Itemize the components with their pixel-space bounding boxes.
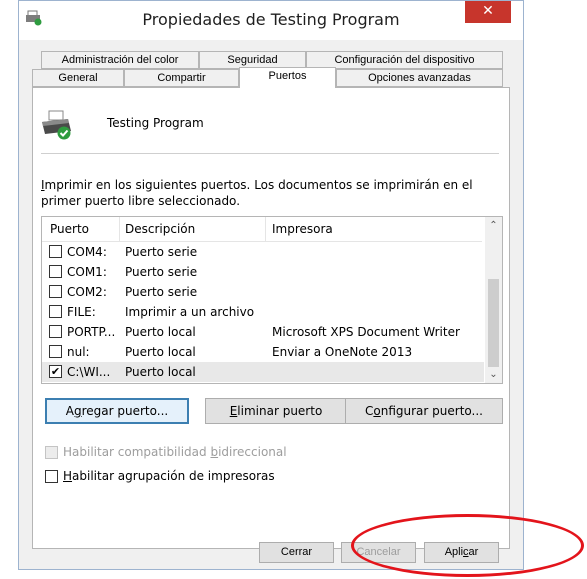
port-checkbox[interactable] bbox=[49, 285, 62, 298]
checkbox-box[interactable] bbox=[45, 446, 58, 459]
port-checkbox[interactable] bbox=[49, 305, 62, 318]
red-highlight-ellipse bbox=[351, 514, 584, 577]
port-name: COM2: bbox=[67, 285, 107, 299]
add-port-access-key: g bbox=[74, 404, 82, 418]
scroll-down-icon[interactable]: ⌄ bbox=[485, 366, 502, 383]
port-printer: Enviar a OneNote 2013 bbox=[272, 345, 413, 359]
port-name: PORTP... bbox=[67, 325, 116, 339]
column-header-impresora[interactable]: Impresora bbox=[272, 222, 333, 236]
port-description: Puerto serie bbox=[125, 265, 198, 279]
window-title: Propiedades de Testing Program bbox=[142, 10, 400, 29]
bidirectional-label-post: idireccional bbox=[218, 445, 287, 459]
tab-administracion-color[interactable]: Administración del color bbox=[41, 51, 199, 69]
port-checkbox[interactable] bbox=[49, 325, 62, 338]
port-name: COM1: bbox=[67, 265, 107, 279]
port-description: Puerto serie bbox=[125, 285, 198, 299]
printer-name: Testing Program bbox=[107, 116, 204, 130]
delete-port-button[interactable]: Eliminar puerto bbox=[205, 398, 347, 424]
configure-port-label-post: nfigurar puerto... bbox=[380, 404, 483, 418]
pooling-access-key: H bbox=[63, 469, 73, 483]
properties-window: Propiedades de Testing Program ✕ Adminis… bbox=[18, 0, 524, 570]
port-row[interactable]: COM2: Puerto serie bbox=[42, 282, 484, 302]
tab-general[interactable]: General bbox=[32, 69, 124, 87]
port-description: Puerto local bbox=[125, 365, 196, 379]
add-port-label-post: regar puerto... bbox=[81, 404, 169, 418]
delete-port-label-post: liminar puerto bbox=[237, 404, 323, 418]
port-row[interactable]: nul: Puerto local Enviar a OneNote 2013 bbox=[42, 342, 484, 362]
port-name: nul: bbox=[67, 345, 90, 359]
printer-pooling-label: Habilitar agrupación de impresoras bbox=[63, 469, 275, 483]
port-row[interactable]: FILE: Imprimir a un archivo bbox=[42, 302, 484, 322]
column-header-puerto[interactable]: Puerto bbox=[50, 222, 89, 236]
port-checkbox[interactable] bbox=[49, 245, 62, 258]
port-printer: Microsoft XPS Document Writer bbox=[272, 325, 460, 339]
port-checkbox-checked[interactable]: ✔ bbox=[49, 365, 62, 378]
scroll-up-icon[interactable]: ⌃ bbox=[485, 217, 502, 234]
close-button[interactable]: ✕ bbox=[465, 1, 511, 23]
port-checkbox[interactable] bbox=[49, 345, 62, 358]
configure-port-access-key: o bbox=[373, 404, 381, 418]
tab-opciones-avanzadas[interactable]: Opciones avanzadas bbox=[336, 69, 503, 87]
ports-list[interactable]: Puerto Descripción Impresora COM4: Puert… bbox=[41, 216, 503, 384]
port-description: Puerto local bbox=[125, 325, 196, 339]
port-description: Puerto local bbox=[125, 345, 196, 359]
printer-icon bbox=[42, 110, 71, 140]
ports-list-scrollbar[interactable]: ⌃ ⌄ bbox=[485, 217, 502, 383]
add-port-button[interactable]: Agregar puerto... bbox=[45, 398, 189, 424]
configure-port-button[interactable]: Configurar puerto... bbox=[345, 398, 503, 424]
bidirectional-label-pre: Habilitar compatibilidad bbox=[63, 445, 211, 459]
ports-list-header: Puerto Descripción Impresora bbox=[42, 217, 482, 242]
scroll-thumb[interactable] bbox=[488, 279, 499, 367]
add-port-label-pre: A bbox=[65, 404, 74, 418]
checkbox-box[interactable] bbox=[45, 470, 58, 483]
column-divider[interactable] bbox=[119, 217, 120, 241]
port-description: Imprimir a un archivo bbox=[125, 305, 255, 319]
bidirectional-support-label: Habilitar compatibilidad bidireccional bbox=[63, 445, 287, 459]
port-row-selected[interactable]: ✔ C:\WI... Puerto local bbox=[42, 362, 484, 382]
port-name: COM4: bbox=[67, 245, 107, 259]
port-description: Puerto serie bbox=[125, 245, 198, 259]
column-header-descripcion[interactable]: Descripción bbox=[125, 222, 195, 236]
tab-puertos[interactable]: Puertos bbox=[239, 67, 336, 88]
port-instructions: Imprimir en los siguientes puertos. Los … bbox=[41, 177, 491, 209]
port-checkbox[interactable] bbox=[49, 265, 62, 278]
close-dialog-button[interactable]: Cerrar bbox=[259, 542, 334, 563]
bidirectional-access-key: b bbox=[210, 445, 219, 459]
pooling-label-post: abilitar agrupación de impresoras bbox=[72, 469, 275, 483]
port-name: C:\WI... bbox=[67, 365, 111, 379]
instructions-line1: mprimir en los siguientes puertos. Los d… bbox=[44, 178, 473, 192]
title-bar: Propiedades de Testing Program ✕ bbox=[19, 1, 523, 40]
port-row[interactable]: PORTP... Puerto local Microsoft XPS Docu… bbox=[42, 322, 484, 342]
port-row[interactable]: COM1: Puerto serie bbox=[42, 262, 484, 282]
instructions-line2: primer puerto libre seleccionado. bbox=[41, 194, 241, 208]
column-divider[interactable] bbox=[265, 217, 266, 241]
divider bbox=[41, 153, 499, 154]
port-row[interactable]: COM4: Puerto serie bbox=[42, 242, 484, 262]
tab-compartir[interactable]: Compartir bbox=[124, 69, 239, 87]
port-name: FILE: bbox=[67, 305, 96, 319]
